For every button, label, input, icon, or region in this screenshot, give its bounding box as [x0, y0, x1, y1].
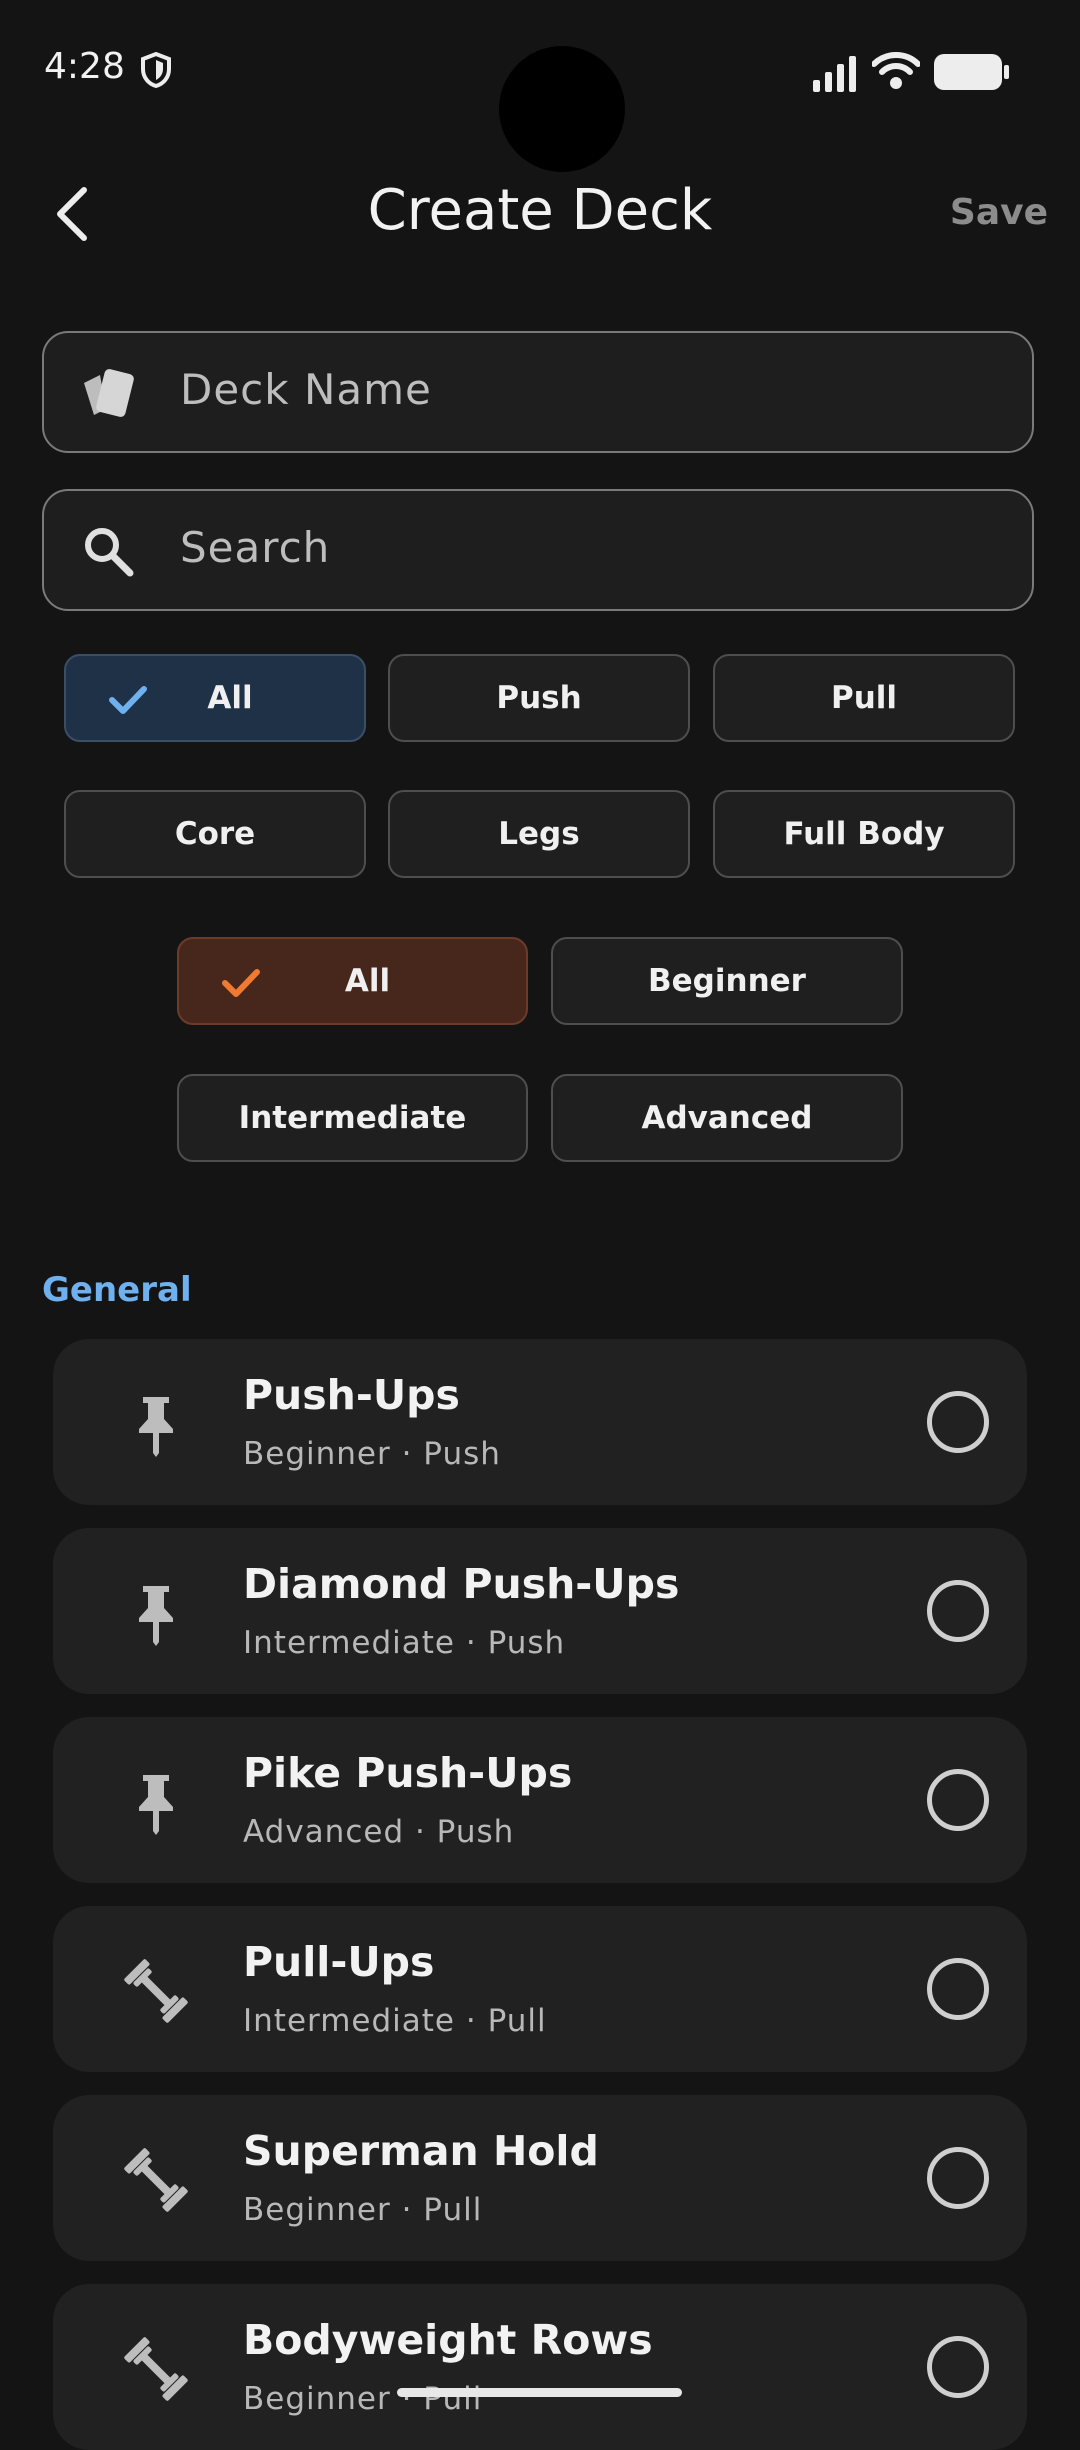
category-chip-legs[interactable]: Legs — [388, 790, 690, 878]
select-radio[interactable] — [927, 1769, 989, 1831]
level-chip-advanced[interactable]: Advanced — [551, 1074, 903, 1162]
save-button[interactable]: Save — [950, 192, 1048, 233]
exercise-name: Superman Hold — [243, 2127, 599, 2175]
chip-label: Core — [174, 816, 256, 852]
category-chip-full-body[interactable]: Full Body — [713, 790, 1015, 878]
front-camera — [499, 46, 625, 172]
exercise-meta: Beginner · Pull — [243, 2381, 483, 2417]
status-time: 4:28 — [44, 46, 125, 87]
pushpin-icon — [139, 1397, 173, 1457]
exercise-card[interactable]: Diamond Push-Ups Intermediate · Push — [53, 1528, 1027, 1694]
exercise-card[interactable]: Superman Hold Beginner · Pull — [53, 2095, 1027, 2261]
chip-label: Full Body — [783, 816, 945, 852]
select-radio[interactable] — [927, 2147, 989, 2209]
exercise-meta: Intermediate · Push — [243, 1625, 566, 1661]
exercise-card[interactable]: Push-Ups Beginner · Push — [53, 1339, 1027, 1505]
chip-label: Push — [496, 680, 582, 716]
home-indicator[interactable] — [397, 2388, 682, 2397]
category-chip-pull[interactable]: Pull — [713, 654, 1015, 742]
exercise-name: Pike Push-Ups — [243, 1749, 573, 1797]
cell-signal-icon — [813, 56, 856, 92]
search-placeholder: Search — [180, 523, 331, 572]
select-radio[interactable] — [927, 1580, 989, 1642]
cards-icon — [84, 369, 134, 417]
pushpin-icon — [139, 1775, 173, 1835]
level-chip-beginner[interactable]: Beginner — [551, 937, 903, 1025]
chip-label: Pull — [830, 680, 898, 716]
deck-name-field[interactable]: Deck Name — [42, 331, 1034, 453]
dumbbell-icon — [124, 2148, 188, 2212]
exercise-card[interactable]: Pike Push-Ups Advanced · Push — [53, 1717, 1027, 1883]
exercise-card[interactable]: Bodyweight Rows Beginner · Pull — [53, 2284, 1027, 2450]
battery-icon — [934, 54, 1009, 90]
exercise-name: Diamond Push-Ups — [243, 1560, 680, 1608]
exercise-card[interactable]: Pull-Ups Intermediate · Pull — [53, 1906, 1027, 2072]
exercise-meta: Advanced · Push — [243, 1814, 515, 1850]
category-chip-push[interactable]: Push — [388, 654, 690, 742]
category-chip-core[interactable]: Core — [64, 790, 366, 878]
select-radio[interactable] — [927, 1958, 989, 2020]
dumbbell-icon — [124, 2337, 188, 2401]
search-field[interactable]: Search — [42, 489, 1034, 611]
chip-label: Beginner — [648, 963, 806, 999]
deck-name-placeholder: Deck Name — [180, 365, 432, 414]
exercise-name: Push-Ups — [243, 1371, 460, 1419]
chip-label: Legs — [498, 816, 580, 852]
level-chip-intermediate[interactable]: Intermediate — [177, 1074, 528, 1162]
level-chip-all[interactable]: All — [177, 937, 528, 1025]
select-radio[interactable] — [927, 1391, 989, 1453]
wifi-icon — [872, 52, 920, 89]
chip-label: Intermediate — [238, 1100, 467, 1136]
chip-label: All — [344, 963, 391, 999]
chip-label: All — [207, 680, 253, 716]
section-header: General — [42, 1270, 192, 1310]
page-title: Create Deck — [367, 178, 713, 243]
exercise-meta: Beginner · Push — [243, 1436, 501, 1472]
exercise-name: Pull-Ups — [243, 1938, 435, 1986]
chip-label: Advanced — [641, 1100, 813, 1136]
dumbbell-icon — [124, 1959, 188, 2023]
category-chip-all[interactable]: All — [64, 654, 366, 742]
pushpin-icon — [139, 1586, 173, 1646]
exercise-meta: Intermediate · Pull — [243, 2003, 547, 2039]
select-radio[interactable] — [927, 2336, 989, 2398]
shield-icon — [141, 52, 171, 88]
search-icon — [85, 528, 134, 577]
exercise-name: Bodyweight Rows — [243, 2316, 653, 2364]
exercise-meta: Beginner · Pull — [243, 2192, 483, 2228]
